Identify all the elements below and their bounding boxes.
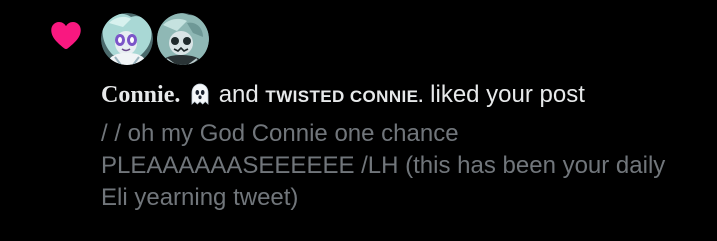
heart-icon	[51, 22, 81, 50]
ghost-emoji-icon	[191, 83, 209, 105]
avatar-connie[interactable]	[101, 13, 153, 65]
like-notification[interactable]: Connie. and TWISTED CONNIE. liked your p…	[0, 0, 717, 241]
liked-summary: Connie. and TWISTED CONNIE. liked your p…	[101, 78, 585, 114]
action-text: liked your post	[430, 81, 585, 108]
avatar-group	[101, 13, 209, 65]
user-name-twisted-connie[interactable]: TWISTED CONNIE.	[265, 87, 423, 106]
liked-post-text[interactable]: / / oh my God Connie one chance PLEAAAAA…	[101, 118, 691, 214]
conjunction-text: and	[218, 81, 259, 108]
user-name-connie[interactable]: Connie.	[101, 82, 180, 108]
avatar-twisted-connie[interactable]	[157, 13, 209, 65]
